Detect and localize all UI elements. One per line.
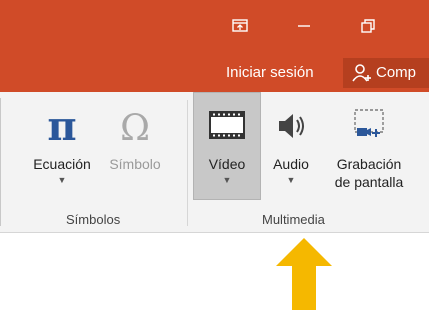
screen-recording-icon bbox=[354, 109, 384, 137]
chevron-down-icon[interactable]: ▼ bbox=[24, 175, 100, 185]
video-button[interactable]: Vídeo ▼ bbox=[193, 106, 261, 185]
pi-icon: π bbox=[47, 103, 76, 150]
share-button[interactable]: Comp bbox=[343, 58, 429, 88]
insert-ribbon: π Ecuación ▼ Ω Símbolo Símbolos Vídeo ▼ bbox=[0, 92, 429, 233]
add-person-icon bbox=[351, 62, 373, 84]
group-label-multimedia: Multimedia bbox=[262, 212, 325, 227]
screen-recording-label-line1: Grabación bbox=[336, 156, 402, 172]
symbol-button[interactable]: Ω Símbolo bbox=[102, 106, 168, 173]
ribbon-left-divider bbox=[0, 98, 9, 226]
omega-icon: Ω bbox=[120, 108, 150, 149]
up-arrow-icon bbox=[272, 236, 336, 312]
restore-icon[interactable] bbox=[354, 12, 382, 40]
audio-button[interactable]: Audio ▼ bbox=[262, 106, 320, 185]
screen-recording-label-line2: de pantalla bbox=[334, 174, 404, 190]
video-label: Vídeo bbox=[208, 156, 246, 172]
account-bar: Iniciar sesión Comp bbox=[0, 52, 429, 92]
group-label-symbols: Símbolos bbox=[66, 212, 121, 227]
screen-recording-button[interactable]: Grabación de pantalla bbox=[322, 106, 416, 191]
symbol-label: Símbolo bbox=[109, 156, 161, 172]
svg-text:π: π bbox=[47, 106, 76, 150]
share-label: Comp bbox=[376, 64, 417, 81]
chevron-down-icon[interactable]: ▼ bbox=[193, 175, 261, 185]
speaker-icon bbox=[279, 114, 304, 138]
ribbon-display-options-icon[interactable] bbox=[226, 12, 254, 40]
film-icon bbox=[209, 111, 245, 139]
title-bar bbox=[0, 0, 429, 52]
sign-in-link[interactable]: Iniciar sesión bbox=[226, 64, 314, 81]
audio-label: Audio bbox=[273, 156, 309, 172]
group-divider bbox=[187, 100, 188, 226]
chevron-down-icon[interactable]: ▼ bbox=[262, 175, 320, 185]
equation-button[interactable]: π Ecuación ▼ bbox=[24, 103, 100, 185]
equation-label: Ecuación bbox=[33, 156, 91, 172]
svg-text:Ω: Ω bbox=[120, 108, 150, 149]
minimize-icon[interactable] bbox=[290, 12, 318, 40]
